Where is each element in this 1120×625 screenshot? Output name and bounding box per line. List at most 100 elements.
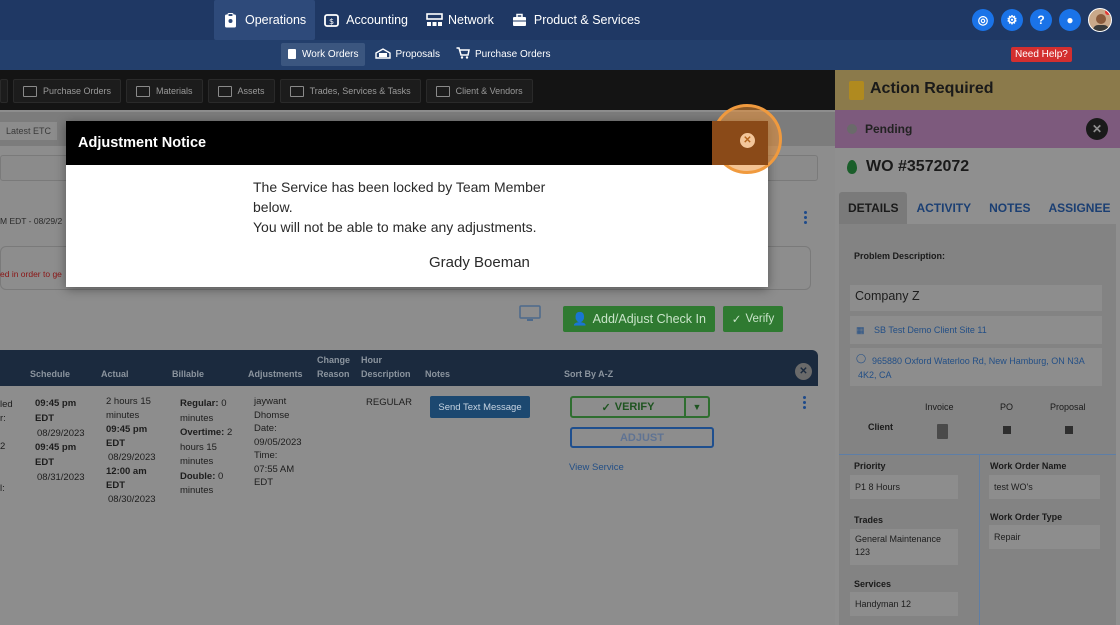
user-clock-icon: 👤 xyxy=(572,311,588,326)
subnav-work-orders-label: Work Orders xyxy=(302,49,359,60)
divider xyxy=(839,454,1116,455)
latest-etc-filter[interactable]: Latest ETC xyxy=(0,122,58,140)
svg-text:$: $ xyxy=(329,17,334,26)
subnav-proposals-label: Proposals xyxy=(395,49,440,60)
map-pin-icon: ◯ xyxy=(856,353,867,363)
proposal-checkbox[interactable] xyxy=(1065,426,1073,434)
header-hour-desc-1[interactable]: Hour xyxy=(361,355,382,366)
header-sort[interactable]: Sort By A-Z xyxy=(564,369,613,380)
top-right-icons: ◎ ⚙ ? ● xyxy=(972,8,1112,32)
col-invoice: Invoice xyxy=(925,402,954,412)
header-change-reason-1[interactable]: Change xyxy=(317,355,350,366)
tab-assets[interactable]: Assets xyxy=(207,79,275,103)
send-text-message-button[interactable]: Send Text Message xyxy=(430,396,530,418)
services-value: Handyman 12 xyxy=(850,592,958,616)
warning-message: ed in order to ge xyxy=(0,269,62,279)
client-label: Client xyxy=(868,422,894,432)
header-billable[interactable]: Billable xyxy=(172,369,204,380)
invoice-icon[interactable] xyxy=(937,424,948,439)
help-icon[interactable]: ? xyxy=(1030,9,1052,31)
tab-bar: Purchase Orders Materials Assets Trades,… xyxy=(0,70,835,110)
tab-partial[interactable] xyxy=(0,79,8,103)
document-alert-icon xyxy=(849,81,864,100)
nav-accounting-label: Accounting xyxy=(346,13,409,27)
priority-value: P1 8 Hours xyxy=(850,475,958,499)
building-icon: ▦ xyxy=(856,325,865,335)
modal-title: Adjustment Notice xyxy=(78,135,207,151)
po-checkbox[interactable] xyxy=(1003,426,1011,434)
contact-card-icon xyxy=(435,85,450,97)
work-order-number: WO #3572072 xyxy=(866,158,970,175)
site-link[interactable]: SB Test Demo Client Site 11 xyxy=(874,323,987,338)
subnav-work-orders[interactable]: Work Orders xyxy=(281,43,365,66)
schedule-end: 09:45 pm EDT 08/31/2023 xyxy=(35,442,85,483)
subnav-purchase-orders[interactable]: Purchase Orders xyxy=(450,43,557,66)
clipboard-icon xyxy=(223,12,238,28)
row-left-frag-3: 2 xyxy=(0,441,6,452)
adjust-button[interactable]: ADJUST xyxy=(570,427,714,448)
check-icon: ✓ xyxy=(731,314,742,326)
close-icon[interactable]: ✕ xyxy=(740,133,755,148)
chat-icon[interactable]: ● xyxy=(1059,9,1081,31)
gear-icon[interactable]: ⚙ xyxy=(1001,9,1023,31)
tab-assignee[interactable]: ASSIGNEE xyxy=(1039,192,1119,224)
modal-message: The Service has been locked by Team Memb… xyxy=(253,177,573,237)
tab-materials[interactable]: Materials xyxy=(126,79,203,103)
view-service-link[interactable]: View Service xyxy=(569,462,624,473)
header-schedule[interactable]: Schedule xyxy=(30,369,70,380)
nav-operations[interactable]: Operations xyxy=(214,0,316,40)
date-range-text: M EDT - 08/29/2 xyxy=(0,216,63,226)
col-proposal: Proposal xyxy=(1050,402,1086,412)
more-options-icon[interactable] xyxy=(804,211,807,226)
nav-operations-label: Operations xyxy=(245,13,307,27)
nav-product-services-label: Product & Services xyxy=(533,13,641,27)
need-help-button[interactable]: Need Help? xyxy=(1011,47,1072,62)
header-adjustments[interactable]: Adjustments xyxy=(248,369,303,380)
tab-materials-label: Materials xyxy=(156,86,193,96)
proposal-icon xyxy=(374,47,391,62)
team-member-name: Grady Boeman xyxy=(429,254,530,271)
site-field[interactable]: ▦ SB Test Demo Client Site 11 xyxy=(850,316,1102,344)
close-icon[interactable]: ✕ xyxy=(795,363,812,380)
tab-details[interactable]: DETAILS xyxy=(839,192,908,224)
verify-button[interactable]: ✓ Verify xyxy=(723,306,783,332)
close-icon[interactable]: ✕ xyxy=(1086,118,1108,140)
header-hour-desc-2[interactable]: Description xyxy=(361,369,411,380)
add-adjust-check-in-button[interactable]: 👤 Add/Adjust Check In xyxy=(563,306,715,332)
header-notes[interactable]: Notes xyxy=(425,369,450,380)
header-actual[interactable]: Actual xyxy=(101,369,129,380)
tab-notes[interactable]: NOTES xyxy=(980,192,1039,224)
row-left-frag-4: l: xyxy=(0,483,5,494)
tab-trades-services-tasks[interactable]: Trades, Services & Tasks xyxy=(279,79,421,103)
verify-label: Verify xyxy=(745,313,775,325)
action-required-header: Action Required xyxy=(835,70,1120,110)
check-icon: ✓ xyxy=(601,401,611,414)
address-line-2[interactable]: 4K2, CA xyxy=(858,368,892,383)
header-change-reason-2[interactable]: Reason xyxy=(317,369,350,380)
tab-activity[interactable]: ACTIVITY xyxy=(907,192,980,224)
row-options-icon[interactable] xyxy=(803,396,806,411)
verify-split-button[interactable]: ✓ VERIFY ▼ xyxy=(570,396,710,418)
verify-main-button[interactable]: ✓ VERIFY xyxy=(572,398,686,416)
right-panel: Action Required Pending ✕ WO #3572072 DE… xyxy=(835,70,1120,625)
compass-icon[interactable]: ◎ xyxy=(972,9,994,31)
tab-client-vendors[interactable]: Client & Vendors xyxy=(425,79,533,103)
trades-value: General Maintenance 123 xyxy=(850,529,958,565)
nav-network[interactable]: Network xyxy=(417,0,503,40)
chevron-down-icon[interactable]: ▼ xyxy=(686,398,708,416)
tab-purchase-orders[interactable]: Purchase Orders xyxy=(13,79,122,103)
address-field[interactable]: ◯ 965880 Oxford Waterloo Rd, New Hamburg… xyxy=(850,348,1102,386)
nav-accounting[interactable]: $ Accounting xyxy=(315,0,417,40)
subnav-proposals[interactable]: Proposals xyxy=(369,43,446,66)
work-order-heading: WO #3572072 xyxy=(847,158,969,176)
nav-product-services[interactable]: Product & Services xyxy=(503,0,649,40)
subnav-purchase-orders-label: Purchase Orders xyxy=(474,49,551,60)
tab-client-vendors-label: Client & Vendors xyxy=(455,86,523,96)
work-order-name-value: test WO's xyxy=(989,475,1100,499)
monitor-icon[interactable] xyxy=(519,305,541,323)
actual-cell: 2 hours 15 minutes 09:45 pm EDT 08/29/2023… xyxy=(106,396,156,505)
address-line-1[interactable]: 965880 Oxford Waterloo Rd, New Hamburg, … xyxy=(872,354,1085,369)
company-field: Company Z xyxy=(850,285,1102,311)
nav-network-label: Network xyxy=(448,13,494,27)
avatar[interactable] xyxy=(1088,8,1112,32)
